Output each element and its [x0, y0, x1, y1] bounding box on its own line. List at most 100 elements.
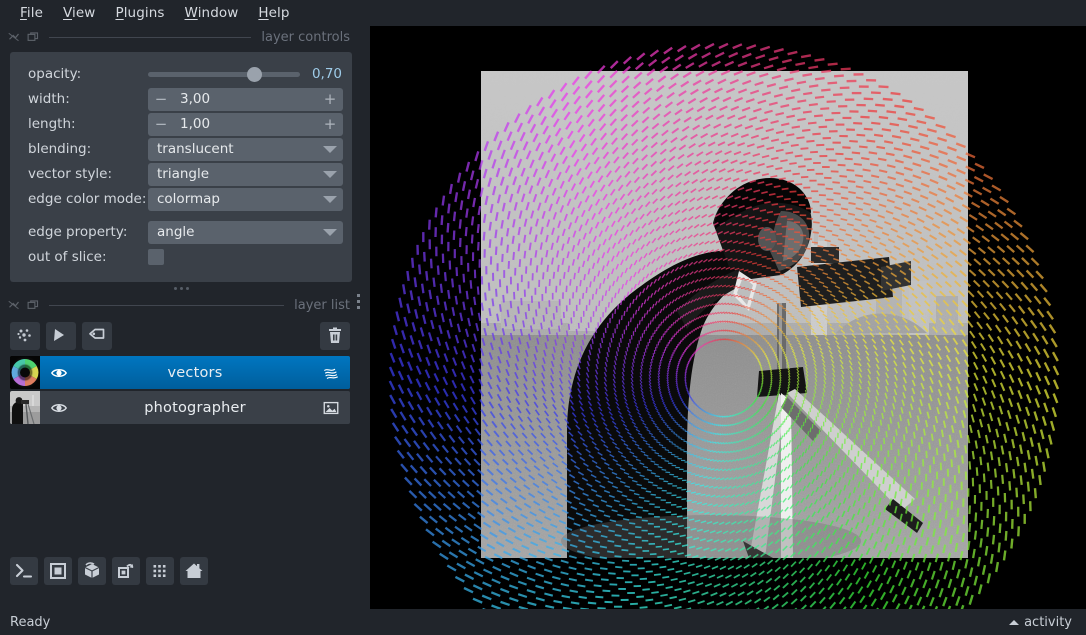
- edge-property-select[interactable]: angle: [148, 220, 343, 244]
- layer-list-window-icons: [8, 299, 39, 311]
- new-shapes-layer-button[interactable]: [46, 322, 76, 350]
- image-layer-type-icon: [320, 399, 342, 417]
- roll-dimensions-button[interactable]: [112, 557, 140, 585]
- layer-row-vectors[interactable]: vectors: [10, 356, 350, 389]
- chevron-down-icon: [323, 170, 337, 178]
- reset-view-button[interactable]: [180, 557, 208, 585]
- vector-style-select[interactable]: triangle: [148, 162, 343, 186]
- vector-style-row: vector style: triangle: [18, 162, 344, 186]
- length-decrement-button[interactable]: −: [148, 113, 174, 136]
- colorwheel-vectors-thumbnail: [10, 356, 40, 389]
- menu-file[interactable]: File: [10, 3, 53, 23]
- toggle-ndisplay-3d-button[interactable]: [78, 557, 106, 585]
- vectors-layer-thumbnail: [10, 356, 40, 389]
- points-icon: [17, 329, 31, 342]
- status-bar: Ready activity: [0, 609, 1086, 635]
- dock-menu-handle[interactable]: [357, 294, 360, 309]
- opacity-slider-handle[interactable]: [247, 67, 263, 82]
- transpose-dimensions-button[interactable]: [146, 557, 174, 585]
- layer-controls-header: layer controls: [0, 26, 362, 48]
- menu-dot: [357, 306, 360, 309]
- edge-property-label: edge property:: [28, 224, 128, 240]
- float-window-icon[interactable]: [8, 299, 20, 311]
- left-dock-panel: layer controls opacity: 0,70 width: − 3,…: [0, 26, 362, 609]
- layer-list: vectors photographer: [10, 356, 350, 424]
- layer-row-body[interactable]: vectors: [40, 356, 350, 389]
- toggle-ndisplay-2d-button[interactable]: [44, 557, 72, 585]
- opacity-slider[interactable]: [148, 64, 300, 84]
- width-spinbox[interactable]: − 3,00 +: [148, 87, 343, 111]
- blending-select[interactable]: translucent: [148, 137, 343, 161]
- float-window-icon[interactable]: [8, 31, 20, 43]
- length-label: length:: [28, 116, 76, 132]
- width-decrement-button[interactable]: −: [148, 88, 174, 111]
- header-divider: [49, 304, 285, 306]
- menu-view[interactable]: View: [53, 3, 105, 23]
- grid-icon: [153, 565, 166, 577]
- image-icon: [323, 401, 339, 414]
- width-row: width: − 3,00 +: [18, 87, 344, 111]
- blending-label: blending:: [28, 141, 92, 157]
- menu-dot: [357, 300, 360, 303]
- chevron-down-icon: [323, 145, 337, 153]
- photographer-layer-thumbnail: [10, 391, 40, 424]
- console-button[interactable]: [10, 557, 38, 585]
- panel-resize-grip[interactable]: [0, 282, 362, 294]
- new-labels-layer-button[interactable]: [82, 322, 112, 350]
- status-message: Ready: [10, 614, 51, 630]
- napari-window: File View Plugins Window Help layer cont…: [0, 0, 1086, 635]
- layer-name-photographer: photographer: [144, 399, 246, 416]
- opacity-value: 0,70: [311, 66, 342, 82]
- layer-buttons-toolbar: [0, 316, 362, 356]
- length-spinbox[interactable]: − 1,00 +: [148, 112, 343, 136]
- popout-window-icon[interactable]: [27, 299, 39, 311]
- new-points-layer-button[interactable]: [10, 322, 40, 350]
- width-increment-button[interactable]: +: [317, 88, 343, 111]
- vector-style-value: triangle: [157, 166, 210, 182]
- delete-layer-button[interactable]: [320, 322, 350, 350]
- trash-icon: [329, 327, 341, 343]
- blending-row: blending: translucent: [18, 137, 344, 161]
- eye-icon: [50, 368, 68, 377]
- header-divider: [49, 36, 252, 38]
- blending-value: translucent: [157, 141, 234, 157]
- photographer-visibility-toggle[interactable]: [48, 399, 70, 417]
- length-row: length: − 1,00 +: [18, 112, 344, 136]
- edge-color-mode-select[interactable]: colormap: [148, 187, 343, 211]
- layer-controls-window-icons: [8, 31, 39, 43]
- width-label: width:: [28, 91, 70, 107]
- length-increment-button[interactable]: +: [317, 113, 343, 136]
- edge-color-mode-value: colormap: [157, 191, 220, 207]
- chevron-down-icon: [323, 195, 337, 203]
- home-icon: [185, 563, 203, 578]
- layer-list-header: layer list: [0, 294, 362, 316]
- vectors-icon: [324, 368, 338, 379]
- out-of-slice-row: out of slice:: [18, 245, 344, 269]
- layer-row-body[interactable]: photographer: [40, 391, 350, 424]
- popout-window-icon[interactable]: [27, 31, 39, 43]
- edge-property-value: angle: [157, 224, 195, 240]
- chevron-up-icon: [1009, 619, 1020, 625]
- vectors-layer: [388, 42, 1060, 609]
- menu-bar: File View Plugins Window Help: [0, 0, 1086, 26]
- shapes-icon: [54, 329, 64, 341]
- width-value[interactable]: 3,00: [174, 91, 317, 107]
- layer-list-title: layer list: [294, 297, 350, 313]
- layer-controls-panel: opacity: 0,70 width: − 3,00 + length: − …: [10, 52, 352, 282]
- layer-row-photographer[interactable]: photographer: [10, 391, 350, 424]
- layer-name-vectors: vectors: [167, 364, 223, 381]
- vectors-visibility-toggle[interactable]: [48, 364, 70, 382]
- out-of-slice-checkbox[interactable]: [148, 249, 164, 265]
- menu-window[interactable]: Window: [175, 3, 249, 23]
- opacity-row: opacity: 0,70: [18, 62, 344, 86]
- eye-icon: [50, 403, 68, 412]
- activity-label: activity: [1024, 614, 1072, 630]
- menu-plugins[interactable]: Plugins: [105, 3, 174, 23]
- viewer-canvas[interactable]: [370, 26, 1086, 609]
- length-value[interactable]: 1,00: [174, 116, 317, 132]
- edge-color-mode-label: edge color mode:: [28, 191, 147, 207]
- activity-button[interactable]: activity: [1009, 615, 1072, 630]
- layer-controls-title: layer controls: [261, 29, 350, 45]
- menu-help[interactable]: Help: [248, 3, 299, 23]
- cube-icon: [84, 562, 100, 578]
